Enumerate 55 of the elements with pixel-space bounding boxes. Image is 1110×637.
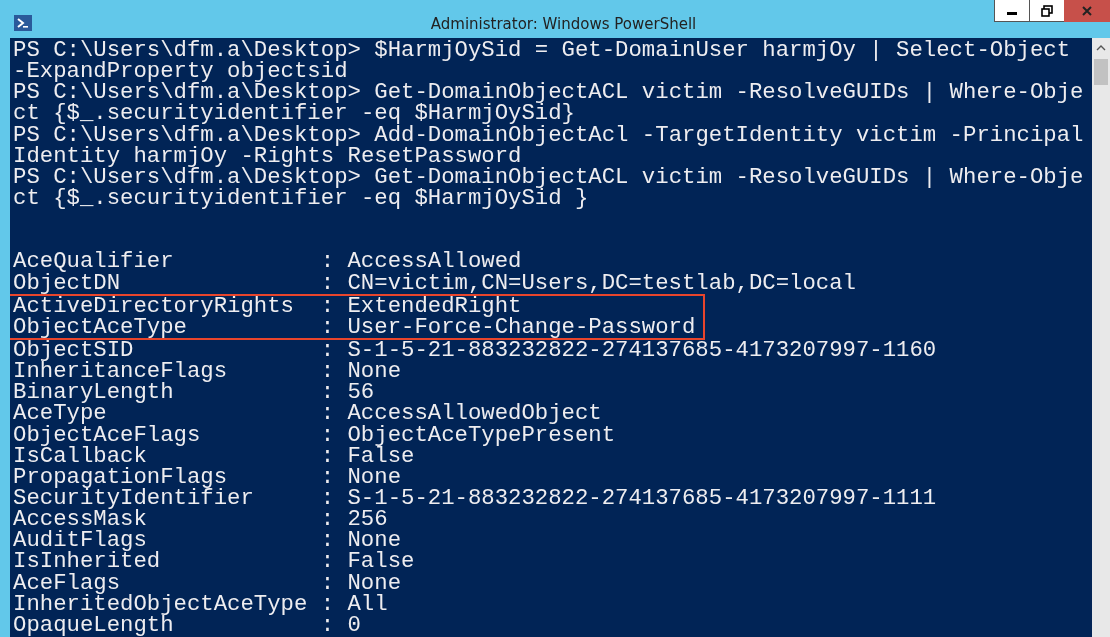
console-line: PS C:\Users\dfm.a\Desktop> Get-DomainObjectACL victim -ResolveGUIDs | Where-Obje <box>13 166 1085 188</box>
property-name: BinaryLength <box>13 382 174 404</box>
console-line: PS C:\Users\dfm.a\Desktop> $HarmjOySid = Get-DomainUser harmjOy | Select-Object <box>13 40 1072 62</box>
property-name: AceQualifier <box>13 251 175 273</box>
colon: : <box>320 340 336 362</box>
colon: : <box>320 403 336 425</box>
property-name: IsCallback <box>13 445 147 467</box>
property-name: IsInherited <box>13 551 162 573</box>
colon: : <box>320 445 336 467</box>
property-name: ObjectSID <box>13 340 134 362</box>
property-value: CN=victim,CN=Users,DC=testlab,DC=local <box>347 269 856 296</box>
console-line: ct {$_.securityidentifier -eq $HarmjOySid } <box>13 188 589 210</box>
property-name: AccessMask <box>13 509 147 531</box>
scrollbar[interactable] <box>1092 38 1110 637</box>
property-name: PropagationFlags <box>13 466 228 488</box>
colon: : <box>320 466 336 488</box>
colon: : <box>320 382 336 404</box>
colon: : <box>320 551 336 573</box>
terminal-icon <box>14 15 32 31</box>
colon: : <box>320 424 336 446</box>
property-name: ObjectAceFlags <box>13 424 202 446</box>
colon: : <box>320 361 336 383</box>
property-name: OpaqueLength <box>13 614 174 636</box>
colon: : <box>320 295 336 317</box>
console-line: Identity harmjOy -Rights ResetPassword <box>13 145 522 167</box>
property-value: S-1-5-21-883232822-274137685-4173207997-1160 <box>347 337 937 363</box>
console-line: ct {$_.securityidentifier -eq $HarmjOySid} <box>13 103 575 125</box>
scroll-thumb[interactable] <box>1094 59 1108 85</box>
property-name: ObjectDN <box>13 272 121 294</box>
property-name: InheritedObjectAceType <box>13 593 309 615</box>
console-line: -ExpandProperty objectsid <box>13 61 348 83</box>
property-name: ObjectAceType <box>13 316 187 338</box>
colon: : <box>320 509 336 531</box>
minimize-icon <box>1007 12 1017 15</box>
colon: : <box>320 614 336 636</box>
colon: : <box>320 593 336 615</box>
window-title: Administrator: Windows PowerShell <box>429 15 698 33</box>
minimize-button[interactable] <box>994 0 1030 22</box>
colon: : <box>320 272 336 294</box>
property-name: AceType <box>13 403 107 425</box>
console-line: PS C:\Users\dfm.a\Desktop> Get-DomainObjectACL victim -ResolveGUIDs | Where-Obje <box>13 82 1085 104</box>
colon: : <box>320 572 336 594</box>
colon: : <box>320 251 336 273</box>
close-icon <box>1081 4 1093 17</box>
property-name: AuditFlags <box>13 530 147 552</box>
colon: : <box>320 530 336 552</box>
restore-button[interactable] <box>1029 0 1065 22</box>
colon: : <box>320 316 336 338</box>
restore-icon <box>1041 4 1053 17</box>
property-name: AceFlags <box>13 572 121 594</box>
property-name: InheritanceFlags <box>13 361 229 383</box>
property-name: ActiveDirectoryRights <box>13 295 295 317</box>
console-line: PS C:\Users\dfm.a\Desktop> Add-DomainObjectAcl -TargetIdentity victim -Principal <box>13 124 1085 146</box>
colon: : <box>320 487 336 510</box>
property-name: SecurityIdentifier <box>13 487 255 510</box>
